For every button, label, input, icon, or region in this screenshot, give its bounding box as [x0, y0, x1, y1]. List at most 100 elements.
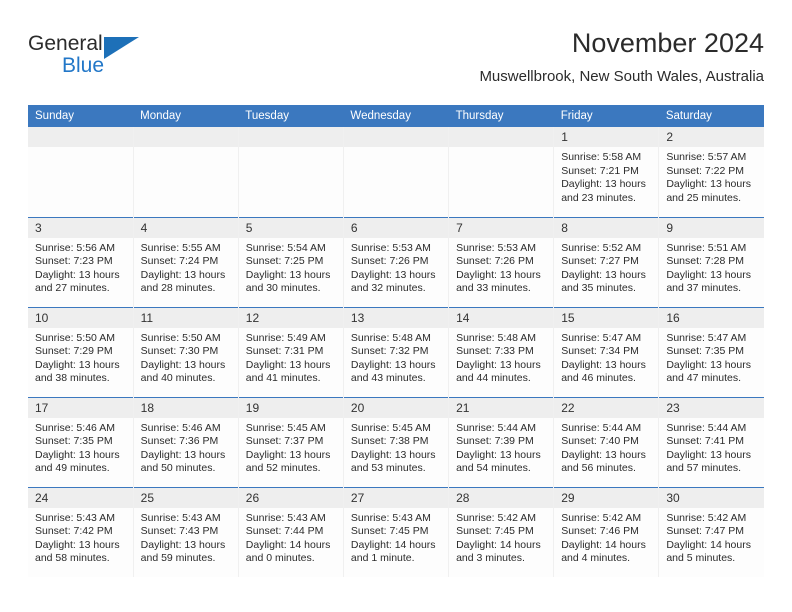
sunset-text: Sunset: 7:29 PM — [35, 345, 113, 357]
calendar-day-cell[interactable]: 13 Sunrise: 5:48 AM Sunset: 7:32 PM Dayligh… — [343, 306, 450, 397]
daylight-text: Daylight: 13 hours and 50 minutes. — [140, 448, 226, 475]
calendar-day-cell[interactable]: 2 Sunrise: 5:57 AM Sunset: 7:22 PM Daylight… — [658, 127, 764, 217]
calendar-day-cell[interactable]: 27 Sunrise: 5:43 AM Sunset: 7:45 PM Dayligh… — [343, 486, 450, 577]
calendar-day-cell[interactable]: 28 Sunrise: 5:42 AM Sunset: 7:45 PM Dayligh… — [448, 486, 555, 577]
calendar-day-cell[interactable]: 30 Sunrise: 5:42 AM Sunset: 7:47 PM Dayligh… — [658, 486, 764, 577]
calendar-day-cell[interactable]: 26 Sunrise: 5:43 AM Sunset: 7:44 PM Dayligh… — [238, 486, 344, 577]
day-sun-info: Sunrise: 5:42 AM Sunset: 7:45 PM Daylight:… — [449, 508, 553, 566]
calendar-day-cell[interactable]: 4 Sunrise: 5:55 AM Sunset: 7:24 PM Daylight… — [133, 216, 239, 307]
calendar-day-cell[interactable]: 3 Sunrise: 5:56 AM Sunset: 7:23 PM Daylight… — [28, 216, 134, 307]
calendar-page: General Blue November 2024 Muswellbrook,… — [0, 0, 792, 612]
sunset-text: Sunset: 7:44 PM — [245, 525, 324, 537]
daylight-text: Daylight: 13 hours and 54 minutes. — [456, 448, 541, 475]
day-sun-info: Sunrise: 5:56 AM Sunset: 7:23 PM Daylight:… — [28, 238, 133, 296]
day-number: 27 — [343, 487, 449, 508]
calendar-day-cell[interactable]: 18 Sunrise: 5:46 AM Sunset: 7:36 PM Dayligh… — [133, 396, 239, 487]
sunset-text: Sunset: 7:26 PM — [350, 255, 429, 267]
day-sun-info: Sunrise: 5:44 AM Sunset: 7:40 PM Daylight:… — [554, 418, 658, 476]
day-number: 28 — [449, 487, 554, 508]
calendar-day-cell[interactable]: 15 Sunrise: 5:47 AM Sunset: 7:34 PM Dayligh… — [553, 306, 660, 397]
day-number: 11 — [133, 307, 238, 328]
daylight-text: Daylight: 13 hours and 23 minutes. — [561, 178, 646, 204]
brand-name-blue: Blue — [62, 54, 105, 77]
day-sun-info: Sunrise: 5:57 AM Sunset: 7:22 PM Daylight:… — [659, 147, 764, 205]
day-number: 18 — [133, 397, 238, 418]
daylight-text: Daylight: 14 hours and 4 minutes. — [561, 538, 646, 565]
day-number — [343, 127, 449, 147]
daylight-text: Daylight: 13 hours and 27 minutes. — [35, 268, 120, 295]
sunrise-text: Sunrise: 5:47 AM — [666, 331, 747, 344]
sunrise-text: Sunrise: 5:42 AM — [666, 511, 747, 524]
calendar-day-cell[interactable]: 24 Sunrise: 5:43 AM Sunset: 7:42 PM Dayligh… — [28, 486, 134, 577]
daylight-text: Daylight: 13 hours and 53 minutes. — [350, 448, 436, 475]
day-sun-info: Sunrise: 5:44 AM Sunset: 7:41 PM Daylight:… — [659, 418, 764, 476]
day-sun-info: Sunrise: 5:47 AM Sunset: 7:35 PM Daylight:… — [659, 328, 764, 386]
calendar-day-cell[interactable]: 7 Sunrise: 5:53 AM Sunset: 7:26 PM Daylight… — [448, 216, 555, 307]
sunrise-text: Sunrise: 5:48 AM — [350, 331, 431, 344]
sunset-text: Sunset: 7:22 PM — [666, 164, 744, 177]
sunrise-text: Sunrise: 5:52 AM — [561, 241, 642, 254]
weekday-header-friday: Friday — [553, 105, 659, 127]
daylight-text: Daylight: 13 hours and 57 minutes. — [666, 448, 751, 475]
daylight-text: Daylight: 13 hours and 37 minutes. — [666, 268, 751, 295]
weekday-header-monday: Monday — [133, 105, 239, 127]
sunrise-text: Sunrise: 5:50 AM — [140, 331, 221, 344]
day-number: 15 — [554, 307, 659, 328]
day-number: 1 — [554, 127, 659, 147]
calendar-day-cell[interactable]: 17 Sunrise: 5:46 AM Sunset: 7:35 PM Dayligh… — [28, 396, 134, 487]
sunrise-text: Sunrise: 5:42 AM — [561, 511, 642, 524]
calendar-day-cell[interactable]: 1 Sunrise: 5:58 AM Sunset: 7:21 PM Daylight… — [553, 127, 660, 217]
calendar-day-cell[interactable]: 12 Sunrise: 5:49 AM Sunset: 7:31 PM Dayligh… — [238, 306, 344, 397]
calendar-day-cell[interactable]: 22 Sunrise: 5:44 AM Sunset: 7:40 PM Dayligh… — [553, 396, 660, 487]
calendar-day-cell[interactable]: 20 Sunrise: 5:45 AM Sunset: 7:38 PM Dayligh… — [343, 396, 450, 487]
sunrise-text: Sunrise: 5:46 AM — [140, 421, 221, 434]
sunset-text: Sunset: 7:24 PM — [140, 255, 219, 267]
day-sun-info: Sunrise: 5:45 AM Sunset: 7:37 PM Daylight:… — [239, 418, 343, 476]
day-sun-info: Sunrise: 5:46 AM Sunset: 7:35 PM Daylight:… — [28, 418, 133, 476]
day-sun-info: Sunrise: 5:42 AM Sunset: 7:47 PM Daylight:… — [659, 508, 764, 566]
calendar-day-cell[interactable]: 6 Sunrise: 5:53 AM Sunset: 7:26 PM Daylight… — [343, 216, 450, 307]
daylight-text: Daylight: 13 hours and 28 minutes. — [140, 268, 226, 295]
day-sun-info: Sunrise: 5:48 AM Sunset: 7:33 PM Daylight:… — [449, 328, 553, 386]
day-number: 23 — [659, 397, 764, 418]
location-subtitle: Muswellbrook, New South Wales, Australia — [479, 68, 764, 85]
day-number: 19 — [238, 397, 343, 418]
calendar-day-cell[interactable]: 14 Sunrise: 5:48 AM Sunset: 7:33 PM Dayligh… — [448, 306, 555, 397]
calendar-day-cell[interactable]: 11 Sunrise: 5:50 AM Sunset: 7:30 PM Dayligh… — [133, 306, 239, 397]
sunset-text: Sunset: 7:35 PM — [666, 345, 744, 357]
day-number: 29 — [554, 487, 659, 508]
calendar-empty-cell — [343, 127, 450, 217]
calendar-day-cell[interactable]: 10 Sunrise: 5:50 AM Sunset: 7:29 PM Dayligh… — [28, 306, 134, 397]
calendar-day-cell[interactable]: 29 Sunrise: 5:42 AM Sunset: 7:46 PM Dayligh… — [553, 486, 660, 577]
day-number: 9 — [659, 217, 764, 238]
daylight-text: Daylight: 13 hours and 44 minutes. — [456, 358, 541, 385]
day-number: 17 — [28, 397, 133, 418]
daylight-text: Daylight: 13 hours and 47 minutes. — [666, 358, 751, 385]
sunrise-text: Sunrise: 5:44 AM — [456, 421, 537, 434]
day-number — [238, 127, 343, 147]
daylight-text: Daylight: 14 hours and 3 minutes. — [456, 538, 541, 565]
calendar-day-cell[interactable]: 8 Sunrise: 5:52 AM Sunset: 7:27 PM Daylight… — [553, 216, 660, 307]
calendar-day-cell[interactable]: 19 Sunrise: 5:45 AM Sunset: 7:37 PM Dayligh… — [238, 396, 344, 487]
sunset-text: Sunset: 7:45 PM — [456, 525, 534, 537]
calendar-day-cell[interactable]: 9 Sunrise: 5:51 AM Sunset: 7:28 PM Daylight… — [658, 216, 764, 307]
day-sun-info: Sunrise: 5:47 AM Sunset: 7:34 PM Daylight:… — [554, 328, 658, 386]
sunset-text: Sunset: 7:36 PM — [140, 435, 219, 447]
calendar-day-cell[interactable]: 16 Sunrise: 5:47 AM Sunset: 7:35 PM Dayligh… — [658, 306, 764, 397]
sunrise-text: Sunrise: 5:57 AM — [666, 151, 747, 163]
calendar-empty-cell — [448, 127, 555, 217]
sunset-text: Sunset: 7:28 PM — [666, 255, 744, 267]
brand-logo[interactable]: General Blue — [28, 32, 208, 88]
day-sun-info: Sunrise: 5:43 AM Sunset: 7:45 PM Daylight:… — [344, 508, 448, 566]
calendar-day-cell[interactable]: 5 Sunrise: 5:54 AM Sunset: 7:25 PM Daylight… — [238, 216, 344, 307]
page-title: November 2024 — [571, 28, 764, 58]
sunset-text: Sunset: 7:38 PM — [350, 435, 429, 447]
sunset-text: Sunset: 7:30 PM — [140, 345, 219, 357]
day-sun-info: Sunrise: 5:54 AM Sunset: 7:25 PM Daylight:… — [239, 238, 343, 296]
sunrise-text: Sunrise: 5:45 AM — [245, 421, 326, 434]
calendar-day-cell[interactable]: 23 Sunrise: 5:44 AM Sunset: 7:41 PM Dayligh… — [658, 396, 764, 487]
calendar-day-cell[interactable]: 21 Sunrise: 5:44 AM Sunset: 7:39 PM Dayligh… — [448, 396, 555, 487]
day-number: 16 — [659, 307, 764, 328]
sunset-text: Sunset: 7:34 PM — [561, 345, 639, 357]
calendar-day-cell[interactable]: 25 Sunrise: 5:43 AM Sunset: 7:43 PM Dayligh… — [133, 486, 239, 577]
